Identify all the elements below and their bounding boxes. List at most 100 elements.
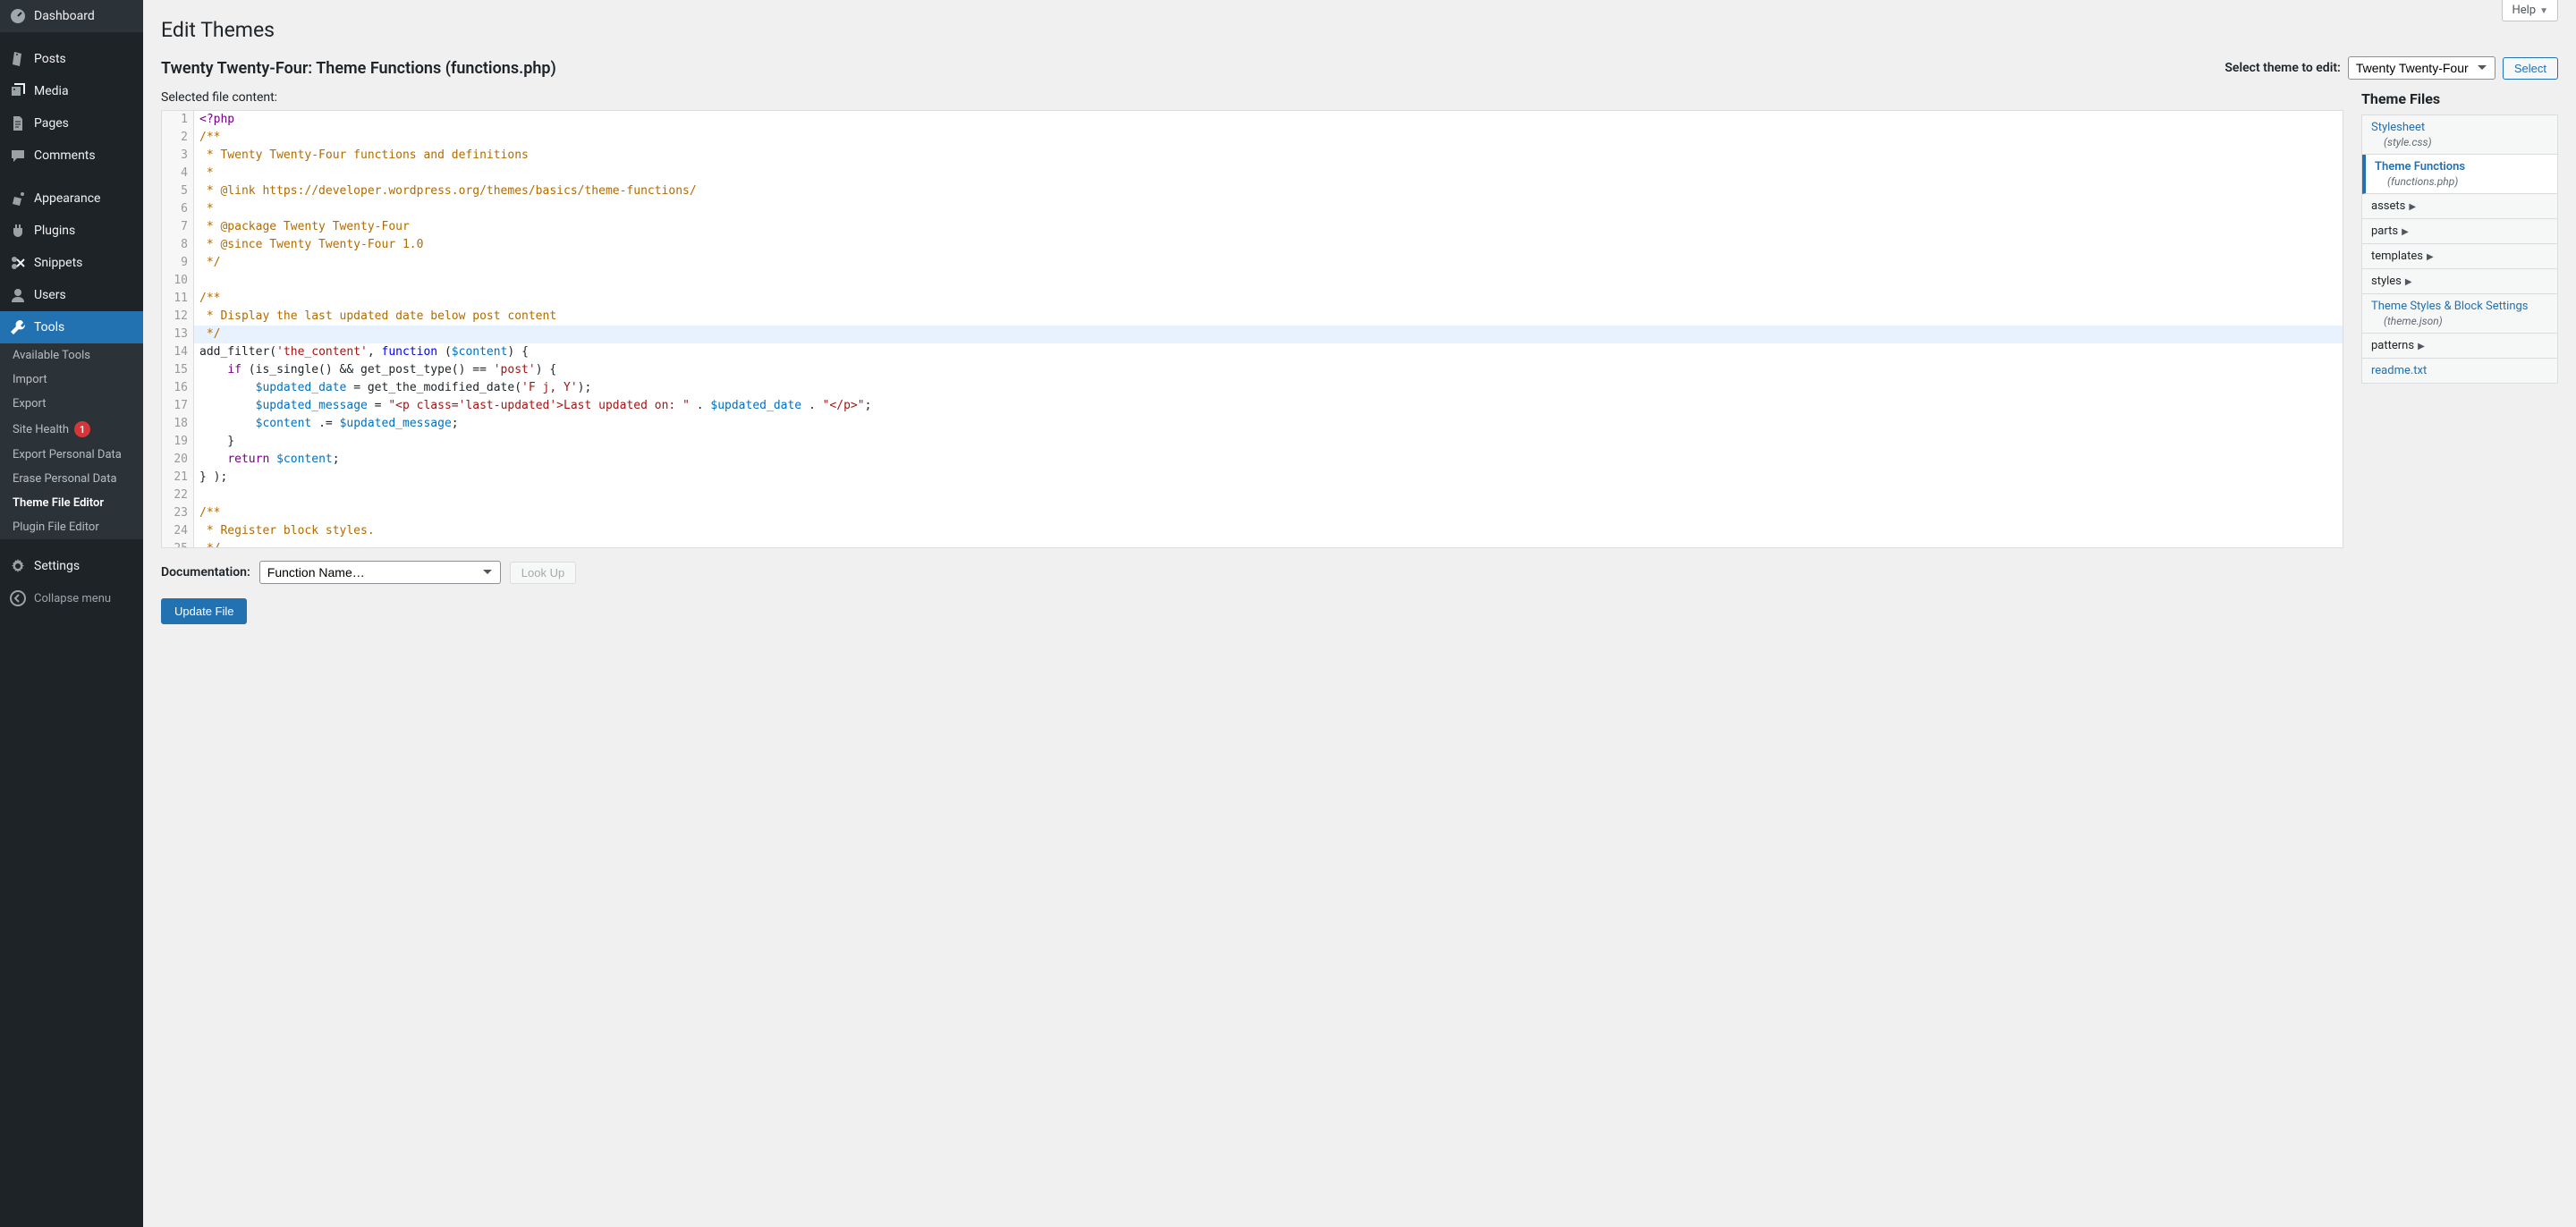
- chevron-down-icon: ▼: [2539, 6, 2548, 16]
- folder-item[interactable]: parts▶: [2362, 219, 2557, 244]
- submenu-item[interactable]: Site Health1: [0, 416, 143, 443]
- code-line[interactable]: 7 * @package Twenty Twenty-Four: [162, 218, 2343, 236]
- line-number: 8: [162, 236, 194, 254]
- code-line[interactable]: 12 * Display the last updated date below…: [162, 308, 2343, 326]
- file-item[interactable]: readme.txt: [2362, 359, 2557, 383]
- snippets-icon: [9, 254, 27, 272]
- sidebar-label: Plugins: [34, 224, 75, 238]
- admin-sidebar: Dashboard Posts MediaPages Comments Appearan…: [0, 0, 143, 1227]
- posts-icon: [9, 50, 27, 68]
- code-line[interactable]: 20 return $content;: [162, 451, 2343, 469]
- folder-item[interactable]: templates▶: [2362, 244, 2557, 269]
- line-number: 15: [162, 361, 194, 379]
- code-line[interactable]: 9 */: [162, 254, 2343, 272]
- code-line[interactable]: 6 *: [162, 200, 2343, 218]
- appearance-icon: [9, 190, 27, 207]
- sidebar-item-comments[interactable]: Comments: [0, 140, 143, 172]
- select-button[interactable]: Select: [2503, 57, 2558, 80]
- sidebar-label: Settings: [34, 559, 80, 573]
- code-line[interactable]: 10: [162, 272, 2343, 290]
- line-number: 14: [162, 343, 194, 361]
- code-line[interactable]: 24 * Register block styles.: [162, 522, 2343, 540]
- sidebar-item-posts[interactable]: Posts: [0, 43, 143, 75]
- content-label: Selected file content:: [161, 90, 2343, 105]
- code-line[interactable]: 5 * @link https://developer.wordpress.or…: [162, 182, 2343, 200]
- file-tree: Stylesheet(style.css)Theme Functions(fun…: [2361, 114, 2558, 384]
- sidebar-label: Users: [34, 288, 66, 302]
- plugins-icon: [9, 222, 27, 240]
- theme-select[interactable]: Twenty Twenty-Four: [2348, 56, 2496, 80]
- comments-icon: [9, 147, 27, 165]
- update-file-button[interactable]: Update File: [161, 598, 247, 624]
- code-line[interactable]: 17 $updated_message = "<p class='last-up…: [162, 397, 2343, 415]
- line-number: 20: [162, 451, 194, 469]
- code-line[interactable]: 25 */: [162, 540, 2343, 548]
- code-editor[interactable]: 1<?php2/**3 * Twenty Twenty-Four functio…: [161, 110, 2343, 548]
- code-line[interactable]: 13 */: [162, 326, 2343, 343]
- line-number: 9: [162, 254, 194, 272]
- lookup-button[interactable]: Look Up: [510, 562, 576, 584]
- folder-item[interactable]: assets▶: [2362, 194, 2557, 219]
- line-number: 3: [162, 147, 194, 165]
- line-number: 2: [162, 129, 194, 147]
- sidebar-label: Comments: [34, 148, 96, 163]
- file-item[interactable]: Theme Functions(functions.php): [2362, 155, 2557, 194]
- code-line[interactable]: 18 $content .= $updated_message;: [162, 415, 2343, 433]
- sidebar-item-snippets[interactable]: Snippets: [0, 247, 143, 279]
- sidebar-label: Snippets: [34, 256, 82, 270]
- code-line[interactable]: 16 $updated_date = get_the_modified_date…: [162, 379, 2343, 397]
- file-item[interactable]: Stylesheet(style.css): [2362, 115, 2557, 155]
- line-number: 22: [162, 487, 194, 504]
- sidebar-item-media[interactable]: Media: [0, 75, 143, 107]
- users-icon: [9, 286, 27, 304]
- sidebar-item-tools[interactable]: Tools: [0, 311, 143, 343]
- sidebar-item-appearance[interactable]: Appearance: [0, 182, 143, 215]
- page-title: Edit Themes: [161, 18, 2558, 42]
- submenu-item[interactable]: Available Tools: [0, 343, 143, 368]
- sidebar-item-settings[interactable]: Settings: [0, 550, 143, 582]
- documentation-select[interactable]: Function Name…: [259, 561, 501, 584]
- submenu-item[interactable]: Theme File Editor: [0, 491, 143, 515]
- line-number: 7: [162, 218, 194, 236]
- line-number: 23: [162, 504, 194, 522]
- theme-files-heading: Theme Files: [2361, 90, 2558, 107]
- submenu-item[interactable]: Export: [0, 392, 143, 416]
- line-number: 12: [162, 308, 194, 326]
- sidebar-item-dashboard[interactable]: Dashboard: [0, 0, 143, 32]
- code-line[interactable]: 8 * @since Twenty Twenty-Four 1.0: [162, 236, 2343, 254]
- code-line[interactable]: 11/**: [162, 290, 2343, 308]
- sidebar-item-users[interactable]: Users: [0, 279, 143, 311]
- file-item[interactable]: Theme Styles & Block Settings(theme.json…: [2362, 294, 2557, 334]
- sidebar-label: Posts: [34, 52, 66, 66]
- code-line[interactable]: 4 *: [162, 165, 2343, 182]
- folder-item[interactable]: patterns▶: [2362, 334, 2557, 359]
- code-line[interactable]: 14add_filter('the_content', function ($c…: [162, 343, 2343, 361]
- sidebar-item-plugins[interactable]: Plugins: [0, 215, 143, 247]
- submenu-item[interactable]: Import: [0, 368, 143, 392]
- sidebar-label: Dashboard: [34, 9, 95, 23]
- file-subtitle: Twenty Twenty-Four: Theme Functions (fun…: [161, 59, 556, 78]
- line-number: 13: [162, 326, 194, 343]
- collapse-menu[interactable]: Collapse menu: [0, 582, 143, 614]
- settings-icon: [9, 557, 27, 575]
- collapse-icon: [9, 589, 27, 607]
- code-line[interactable]: 19 }: [162, 433, 2343, 451]
- code-line[interactable]: 23/**: [162, 504, 2343, 522]
- line-number: 19: [162, 433, 194, 451]
- code-line[interactable]: 15 if (is_single() && get_post_type() ==…: [162, 361, 2343, 379]
- code-line[interactable]: 1<?php: [162, 111, 2343, 129]
- submenu-item[interactable]: Export Personal Data: [0, 443, 143, 467]
- code-line[interactable]: 22: [162, 487, 2343, 504]
- line-number: 10: [162, 272, 194, 290]
- chevron-right-icon: ▶: [2418, 342, 2425, 351]
- code-line[interactable]: 3 * Twenty Twenty-Four functions and def…: [162, 147, 2343, 165]
- submenu-item[interactable]: Plugin File Editor: [0, 515, 143, 539]
- sidebar-item-pages[interactable]: Pages: [0, 107, 143, 140]
- line-number: 24: [162, 522, 194, 540]
- code-line[interactable]: 2/**: [162, 129, 2343, 147]
- line-number: 11: [162, 290, 194, 308]
- submenu-item[interactable]: Erase Personal Data: [0, 467, 143, 491]
- code-line[interactable]: 21} );: [162, 469, 2343, 487]
- help-tab[interactable]: Help▼: [2502, 0, 2558, 21]
- folder-item[interactable]: styles▶: [2362, 269, 2557, 294]
